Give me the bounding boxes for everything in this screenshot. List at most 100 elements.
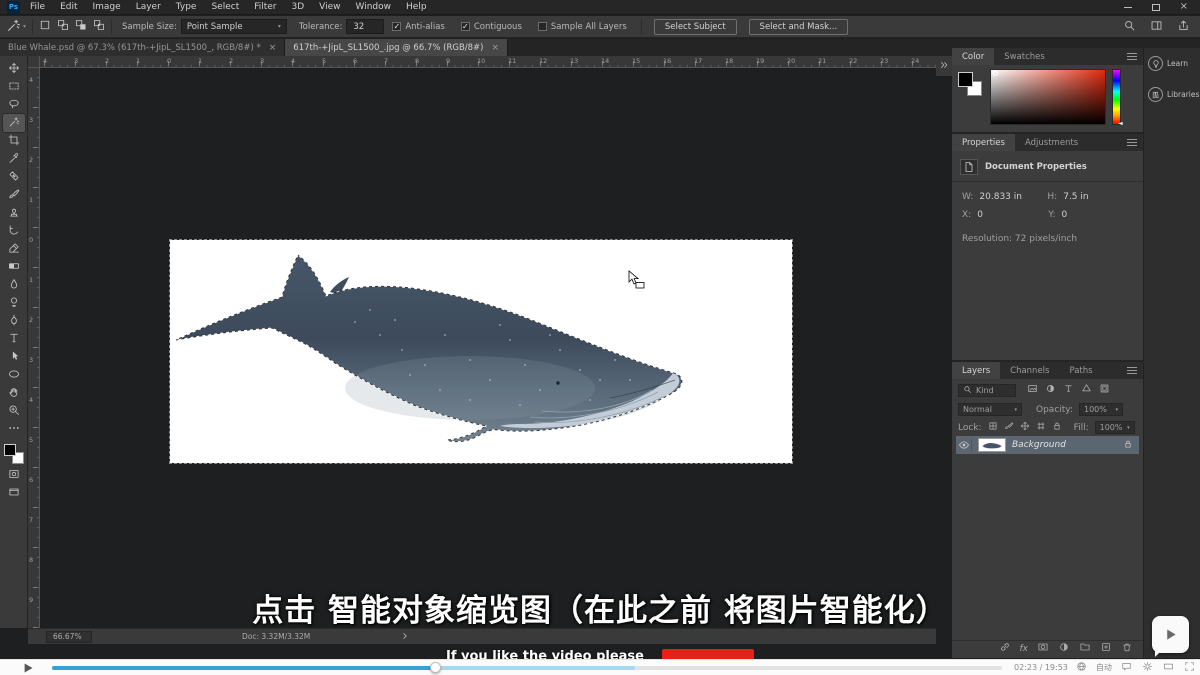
- quick-mask-button[interactable]: [3, 466, 25, 484]
- brush-tool[interactable]: [3, 186, 25, 204]
- panel-collapse-box[interactable]: [936, 56, 952, 76]
- menu-view[interactable]: View: [319, 2, 340, 12]
- clone-stamp-tool[interactable]: [3, 204, 25, 222]
- tool-preset-caret-icon[interactable]: ▾: [23, 23, 26, 30]
- lock-artboard-icon[interactable]: [1036, 421, 1046, 434]
- zoom-tool[interactable]: [3, 402, 25, 420]
- globe-icon[interactable]: [1076, 661, 1087, 675]
- selection-add-icon[interactable]: [57, 19, 69, 34]
- search-icon[interactable]: [1123, 19, 1136, 35]
- menu-file[interactable]: File: [30, 2, 45, 12]
- fill-field[interactable]: 100% ▾: [1095, 421, 1135, 434]
- document-canvas[interactable]: [170, 240, 792, 463]
- auto-quality-label[interactable]: 自动: [1096, 662, 1112, 673]
- theater-icon[interactable]: [1163, 661, 1174, 675]
- horizontal-ruler[interactable]: 4321012345678910111213141516171819202122…: [40, 56, 936, 68]
- eyedropper-tool[interactable]: [3, 150, 25, 168]
- vertical-ruler[interactable]: 43210123456789: [28, 68, 40, 628]
- foreground-color-swatch[interactable]: [4, 444, 16, 456]
- color-field[interactable]: [990, 69, 1106, 125]
- menu-image[interactable]: Image: [93, 2, 121, 12]
- player-progress-thumb[interactable]: [430, 662, 441, 673]
- panel-menu-icon[interactable]: [1127, 362, 1143, 379]
- status-chevron-icon[interactable]: [400, 631, 410, 643]
- tab-color[interactable]: Color: [952, 48, 994, 65]
- canvas-pasteboard[interactable]: [40, 68, 936, 628]
- layer-row-background[interactable]: Background: [956, 436, 1139, 454]
- checkbox-icon[interactable]: ✓: [392, 22, 401, 31]
- checkbox-contiguous[interactable]: ✓Contiguous: [461, 22, 522, 32]
- layer-lock-icon[interactable]: [1123, 439, 1133, 452]
- menu-filter[interactable]: Filter: [254, 2, 276, 12]
- lock-transparency-icon[interactable]: [988, 421, 998, 434]
- magic-wand-tool[interactable]: [3, 114, 25, 132]
- lock-pixels-icon[interactable]: [1004, 421, 1014, 434]
- kind-shape-icon[interactable]: [1081, 383, 1092, 397]
- play-overlay-button[interactable]: [1152, 616, 1189, 653]
- player-play-button[interactable]: [22, 662, 34, 674]
- menu-window[interactable]: Window: [356, 2, 392, 12]
- menu-help[interactable]: Help: [406, 2, 427, 12]
- checkbox-anti-alias[interactable]: ✓Anti-alias: [392, 22, 445, 32]
- x-value[interactable]: 0: [977, 210, 1042, 220]
- dodge-tool[interactable]: [3, 294, 25, 312]
- gradient-tool[interactable]: [3, 258, 25, 276]
- tab-adjustments[interactable]: Adjustments: [1015, 134, 1088, 151]
- sample-size-select[interactable]: Point Sample ▾: [181, 19, 287, 34]
- layer-name[interactable]: Background: [1012, 440, 1066, 450]
- crop-tool[interactable]: [3, 132, 25, 150]
- layer-visibility-eye-icon[interactable]: [956, 439, 972, 451]
- share-icon[interactable]: [1177, 19, 1190, 35]
- document-tab-1[interactable]: Blue Whale.psd @ 67.3% (617th-+JipL_SL15…: [0, 39, 285, 56]
- move-tool[interactable]: [3, 60, 25, 78]
- menu-type[interactable]: Type: [176, 2, 197, 12]
- kind-image-icon[interactable]: [1027, 383, 1038, 397]
- lock-position-icon[interactable]: [1020, 421, 1030, 434]
- selection-new-icon[interactable]: [39, 19, 51, 34]
- menu-layer[interactable]: Layer: [136, 2, 161, 12]
- checkbox-sample-all-layers[interactable]: Sample All Layers: [538, 22, 627, 32]
- selection-subtract-icon[interactable]: [75, 19, 87, 34]
- restore-icon[interactable]: [1152, 4, 1160, 11]
- dock-item-learn[interactable]: Learn: [1144, 48, 1200, 79]
- layer-filter-select[interactable]: Kind: [958, 384, 1016, 397]
- zoom-level-field[interactable]: 66.67%: [46, 631, 92, 643]
- menu-select[interactable]: Select: [211, 2, 239, 12]
- kind-type-icon[interactable]: [1063, 383, 1074, 397]
- fullscreen-icon[interactable]: [1184, 661, 1195, 675]
- screen-mode-button[interactable]: [3, 484, 25, 502]
- edit-toolbar-tool[interactable]: [3, 420, 25, 438]
- hue-slider[interactable]: [1112, 69, 1121, 125]
- close-icon[interactable]: ×: [1180, 2, 1188, 12]
- panel-menu-icon[interactable]: [1127, 134, 1143, 151]
- tab-close-icon[interactable]: ×: [492, 43, 500, 53]
- ellipse-tool[interactable]: [3, 366, 25, 384]
- lasso-tool[interactable]: [3, 96, 25, 114]
- color-fg-bg-swatches[interactable]: [958, 72, 984, 98]
- selection-intersect-icon[interactable]: [93, 19, 105, 34]
- tab-swatches[interactable]: Swatches: [994, 48, 1055, 65]
- gear-icon[interactable]: [1142, 661, 1153, 675]
- blur-tool[interactable]: [3, 276, 25, 294]
- hand-tool[interactable]: [3, 384, 25, 402]
- tab-channels[interactable]: Channels: [1000, 362, 1059, 379]
- checkbox-icon[interactable]: ✓: [461, 22, 470, 31]
- ruler-origin-corner[interactable]: [28, 56, 40, 68]
- tolerance-input[interactable]: 32: [346, 19, 384, 34]
- kind-adjustment-icon[interactable]: [1045, 383, 1056, 397]
- path-selection-tool[interactable]: [3, 348, 25, 366]
- menu-edit[interactable]: Edit: [60, 2, 77, 12]
- subscribe-button[interactable]: [662, 649, 754, 659]
- foreground-background-swatches[interactable]: [4, 444, 24, 464]
- foreground-color-swatch[interactable]: [958, 72, 973, 87]
- panel-menu-icon[interactable]: [1127, 48, 1143, 65]
- magic-wand-icon[interactable]: [6, 18, 21, 36]
- spot-healing-brush-tool[interactable]: [3, 168, 25, 186]
- checkbox-icon[interactable]: [538, 22, 547, 31]
- history-brush-tool[interactable]: [3, 222, 25, 240]
- opacity-field[interactable]: 100% ▾: [1079, 403, 1123, 416]
- comment-icon[interactable]: [1121, 661, 1132, 675]
- y-value[interactable]: 0: [1062, 210, 1068, 220]
- kind-smart-icon[interactable]: [1099, 383, 1110, 397]
- tab-close-icon[interactable]: ×: [269, 43, 277, 53]
